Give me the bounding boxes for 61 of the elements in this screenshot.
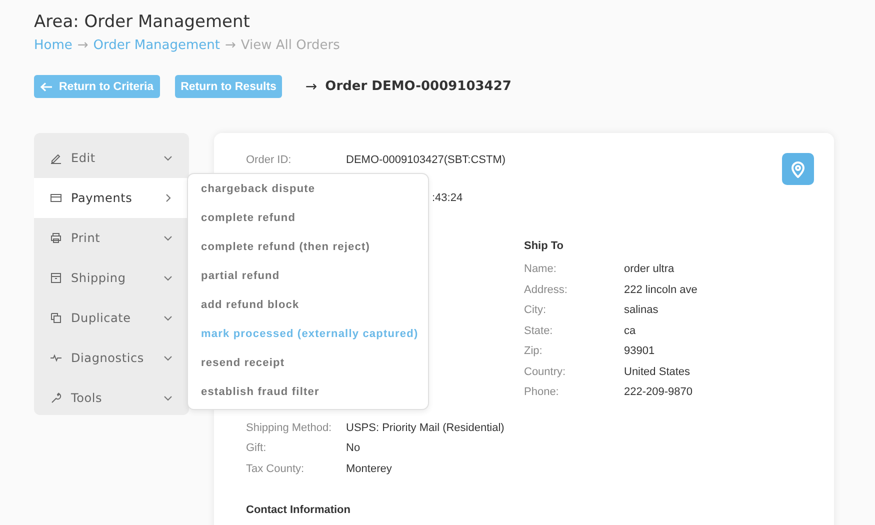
sidebar-item[interactable]: Duplicate — [34, 298, 189, 338]
page-title: Area: Order Management — [34, 11, 251, 34]
field-label: Address: — [524, 284, 568, 296]
field-value: United States — [624, 366, 690, 378]
submenu-item[interactable]: add refund block — [188, 291, 428, 320]
sidebar-item-icon — [50, 312, 62, 324]
field-label: Shipping Method: — [246, 422, 333, 434]
breadcrumb-separator: → — [77, 37, 88, 55]
chevron-down-icon — [163, 353, 173, 363]
current-page-label: View All Orders — [240, 37, 340, 55]
sidebar-item-icon — [50, 152, 62, 164]
field-label: Gift: — [246, 442, 268, 454]
sidebar-item[interactable]: Print — [34, 218, 189, 258]
field-label: Zip: — [524, 345, 544, 358]
submenu-item[interactable]: chargeback dispute — [188, 175, 428, 204]
field-value: order ultra — [624, 263, 674, 276]
field-label: Name: — [524, 263, 558, 276]
field-value: No — [346, 442, 360, 454]
field-value: DEMO-0009103427(SBT:CSTM) — [346, 154, 506, 166]
field-label: Phone: — [524, 386, 560, 398]
breadcrumb-separator: → — [225, 37, 236, 55]
sidebar-item[interactable]: Edit — [34, 138, 189, 178]
field-value: salinas — [624, 304, 658, 316]
order-heading: Order DEMO-0009103427 — [325, 79, 512, 94]
sidebar-item[interactable]: Tools — [34, 378, 189, 418]
chevron-down-icon — [163, 233, 173, 243]
section-heading: Ship To — [524, 239, 565, 254]
field-label: Country: — [524, 366, 567, 378]
field-label: Tax County: — [246, 462, 306, 475]
field-value: 222 lincoln ave — [624, 284, 698, 296]
chevron-down-icon — [163, 273, 173, 283]
sidebar-item-icon — [50, 272, 62, 284]
location-button[interactable] — [782, 153, 814, 185]
field-value: :43:24 — [432, 192, 463, 204]
submenu-item[interactable]: complete refund — [188, 204, 428, 233]
sidebar-item-icon — [50, 192, 62, 204]
sidebar-item-icon — [50, 392, 62, 404]
field-value: 222-209-9870 — [624, 386, 693, 398]
sidebar-item-icon — [50, 352, 62, 364]
submenu-item[interactable]: establish fraud filter — [188, 378, 428, 407]
submenu-item[interactable]: resend receipt — [188, 349, 428, 378]
field-value: USPS: Priority Mail (Residential) — [346, 422, 504, 434]
sidebar-item[interactable]: Payments — [34, 178, 189, 218]
field-value: 93901 — [624, 345, 655, 358]
field-value: Monterey — [346, 462, 392, 475]
chevron-down-icon — [163, 393, 173, 403]
arrow-glyph: → — [305, 78, 318, 94]
field-label: State: — [524, 324, 554, 337]
section-heading: Contact Information — [246, 503, 352, 518]
chevron-down-icon — [163, 313, 173, 323]
chevron-down-icon — [163, 153, 173, 163]
chevron-right-icon — [163, 193, 173, 203]
field-value: ca — [624, 324, 636, 337]
sidebar-item[interactable]: Shipping — [34, 258, 189, 298]
submenu-item[interactable]: partial refund — [188, 262, 428, 291]
field-label: City: — [524, 304, 547, 316]
sidebar-item-icon — [50, 232, 62, 244]
submenu-item[interactable]: complete refund (then reject) — [188, 233, 428, 262]
location-pin-icon — [791, 160, 805, 178]
field-label: Order ID: — [246, 154, 292, 166]
sidebar-item[interactable]: Diagnostics — [34, 338, 189, 378]
